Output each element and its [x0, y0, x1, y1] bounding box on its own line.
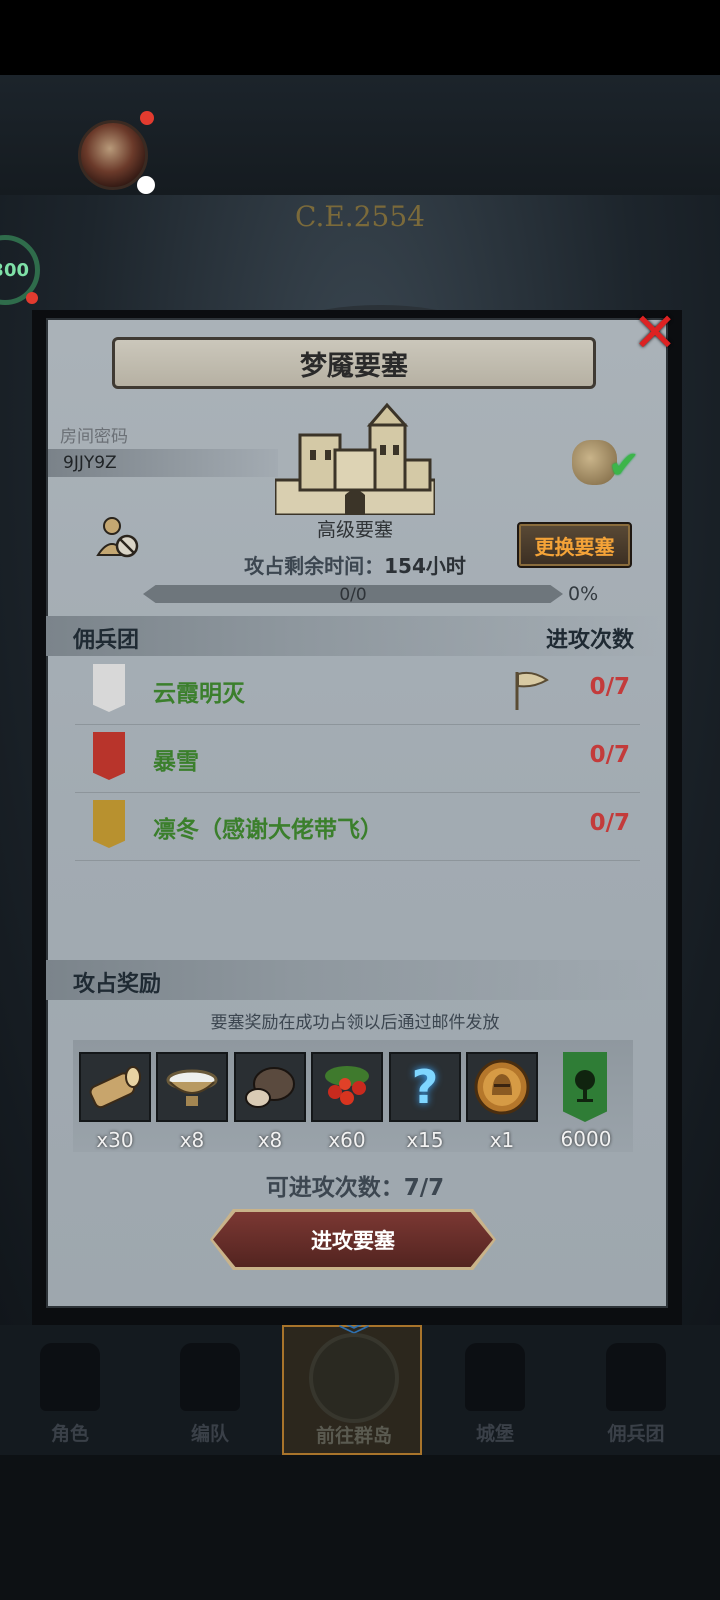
guild-name: 凛冬（感谢大佬带飞）: [153, 817, 383, 843]
reward-quantity: x60: [328, 1128, 366, 1152]
guild-attack-count: 0/7: [589, 810, 630, 836]
available-attacks-label: 可进攻次数：: [265, 1175, 404, 1201]
guild-row[interactable]: 暴雪 0/7: [75, 724, 640, 793]
checkmark-icon: ✔: [608, 443, 640, 487]
rewards-section-title: 攻占奖励: [73, 972, 162, 997]
guild-attack-count: 0/7: [589, 674, 630, 700]
banner-reward-quantity: 6000: [560, 1127, 612, 1151]
trident-icon: [93, 664, 125, 712]
attack-fortress-button[interactable]: 进攻要塞: [213, 1212, 493, 1267]
reward-item[interactable]: ? x15: [389, 1052, 461, 1152]
time-label: 攻占剩余时间：: [244, 554, 385, 578]
reward-quantity: x15: [406, 1128, 444, 1152]
room-password-label: 房间密码: [60, 427, 128, 447]
fortress-type: 高级要塞: [316, 519, 393, 541]
reward-item[interactable]: x1: [466, 1052, 538, 1152]
room-password-value[interactable]: 9JJY9Z: [48, 449, 278, 477]
wolf-icon: [93, 732, 125, 780]
reward-item[interactable]: x30: [79, 1052, 151, 1152]
truffle-icon: [234, 1052, 306, 1122]
knight-icon: [40, 1343, 100, 1411]
log-icon: [79, 1052, 151, 1122]
available-attacks: 可进攻次数：7/7: [190, 1168, 520, 1202]
nav-label: 城堡: [475, 1423, 514, 1445]
helmet-medal-icon: [466, 1052, 538, 1122]
mystery-question-icon: ?: [389, 1052, 461, 1122]
fortress-castle-icon: [275, 402, 435, 515]
status-bar: [0, 0, 720, 75]
attack-count-header: 进攻次数: [545, 628, 634, 653]
guild-row[interactable]: 云霞明灭 0/7: [75, 656, 640, 725]
reward-quantity: x8: [179, 1128, 205, 1152]
penguin-badge-icon: [137, 176, 155, 194]
guild-banner-icon: [606, 1343, 666, 1411]
reward-quantity: x1: [489, 1128, 515, 1152]
rewards-note: 要塞奖励在成功占领以后通过邮件发放: [210, 1013, 500, 1033]
reward-quantity: x30: [96, 1128, 134, 1152]
close-icon[interactable]: ✕: [630, 305, 680, 360]
guild-row[interactable]: 凛冬（感谢大佬带飞） 0/7: [75, 792, 640, 861]
castle-icon: [465, 1343, 525, 1411]
reward-quantity: x8: [257, 1128, 283, 1152]
guild-name: 云霞明灭: [153, 681, 245, 707]
bottom-navigation: 角色 编队 ︾ 前往群岛 城堡 佣兵团: [0, 1320, 720, 1455]
nav-label: 编队: [190, 1423, 229, 1445]
nav-role[interactable]: 角色: [0, 1325, 140, 1455]
nav-castle[interactable]: 城堡: [425, 1325, 565, 1455]
available-attacks-value: 7/7: [403, 1175, 445, 1201]
progress-percent: 0%: [568, 583, 599, 605]
milk-bowl-icon: [156, 1052, 228, 1122]
notification-dot: [140, 111, 154, 125]
sun-icon: [93, 800, 125, 848]
no-visitors-icon[interactable]: [96, 515, 140, 559]
progress-text: 0/0: [339, 585, 367, 605]
nav-label: 佣兵团: [607, 1423, 665, 1445]
guild-attack-count: 0/7: [589, 742, 630, 768]
nav-islands[interactable]: ︾ 前往群岛: [282, 1320, 422, 1455]
berries-icon: [311, 1052, 383, 1122]
side-notification-dot: [26, 292, 38, 304]
era-label: C.E.2554: [295, 200, 425, 233]
flag-icon: [515, 671, 549, 710]
reward-item[interactable]: x60: [311, 1052, 383, 1152]
compass-icon: [309, 1333, 399, 1423]
dialog-title: 梦魇要塞: [112, 337, 596, 389]
helmet-icon: [180, 1343, 240, 1411]
nav-label: 前往群岛: [315, 1425, 392, 1447]
guild-name: 暴雪: [153, 749, 199, 775]
bottom-safe-area: [0, 1455, 720, 1600]
nav-label: 角色: [50, 1423, 89, 1445]
guild-section-title: 佣兵团: [73, 628, 140, 653]
nav-guild[interactable]: 佣兵团: [566, 1325, 706, 1455]
tree-banner-icon[interactable]: [563, 1052, 607, 1122]
reward-item[interactable]: x8: [156, 1052, 228, 1152]
time-value: 154小时: [384, 554, 466, 578]
nav-formation[interactable]: 编队: [140, 1325, 280, 1455]
change-fortress-button[interactable]: 更换要塞: [517, 522, 632, 568]
capture-time-row: 攻占剩余时间：154小时: [200, 550, 510, 579]
reward-item[interactable]: x8: [234, 1052, 306, 1152]
